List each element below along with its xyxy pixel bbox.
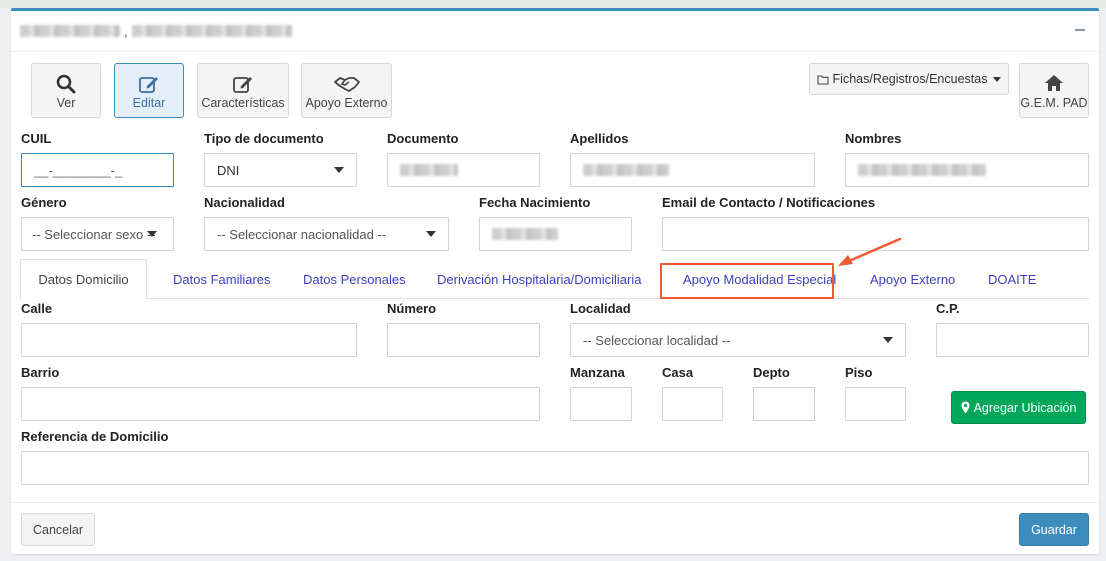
dropdown-arrow-icon: [426, 231, 436, 237]
caret-down-icon: [993, 76, 1002, 82]
apellidos-input[interactable]: [570, 153, 815, 187]
nombres-label: Nombres: [845, 131, 902, 146]
email-input[interactable]: [662, 217, 1089, 251]
edit-icon: [139, 77, 158, 93]
localidad-label: Localidad: [570, 301, 631, 316]
email-label: Email de Contacto / Notificaciones: [662, 195, 876, 210]
localidad-select[interactable]: -- Seleccionar localidad --: [570, 323, 906, 357]
cancelar-button[interactable]: Cancelar: [21, 513, 95, 546]
caracteristicas-button[interactable]: Características: [197, 63, 289, 118]
dropdown-arrow-icon: [883, 337, 893, 343]
redacted-fecha: [492, 228, 558, 240]
apellidos-label: Apellidos: [570, 131, 629, 146]
referencia-input[interactable]: [21, 451, 1089, 485]
top-strip: [0, 0, 1106, 8]
genero-select[interactable]: -- Seleccionar sexo --: [21, 217, 174, 251]
piso-label: Piso: [845, 365, 873, 380]
agregar-ubicacion-button[interactable]: Agregar Ubicación: [951, 391, 1086, 424]
tab-derivacion[interactable]: Derivación Hospitalaria/Domiciliaria: [422, 259, 656, 299]
tab-doaite[interactable]: DOAITE: [973, 259, 1051, 299]
panel-title-redacted: ,: [20, 23, 292, 39]
manzana-label: Manzana: [570, 365, 625, 380]
cuil-input[interactable]: __-________-_: [21, 153, 174, 187]
nacionalidad-select[interactable]: -- Seleccionar nacionalidad --: [204, 217, 449, 251]
apoyo-externo-button[interactable]: Apoyo Externo: [301, 63, 392, 118]
gem-pad-button[interactable]: G.E.M. PAD: [1019, 63, 1089, 118]
dropdown-arrow-icon: [334, 167, 344, 173]
depto-input[interactable]: [753, 387, 815, 421]
person-panel: , Ver Editar Características Apoyo Exter…: [11, 8, 1099, 554]
tab-datos-personales[interactable]: Datos Personales: [288, 259, 421, 299]
guardar-button[interactable]: Guardar: [1019, 513, 1089, 546]
nombres-input[interactable]: [845, 153, 1089, 187]
collapse-icon[interactable]: [1073, 21, 1087, 35]
folder-icon: [816, 74, 829, 85]
tab-apoyo-externo[interactable]: Apoyo Externo: [855, 259, 970, 299]
nacionalidad-label: Nacionalidad: [204, 195, 285, 210]
tab-datos-familiares[interactable]: Datos Familiares: [158, 259, 286, 299]
fecha-nacimiento-label: Fecha Nacimiento: [479, 195, 591, 210]
manzana-input[interactable]: [570, 387, 632, 421]
dropdown-arrow-icon: [147, 231, 157, 237]
genero-label: Género: [21, 195, 67, 210]
documento-input[interactable]: [387, 153, 540, 187]
redacted-documento: [400, 164, 458, 176]
ver-button[interactable]: Ver: [31, 63, 101, 118]
editar-button[interactable]: Editar: [114, 63, 184, 118]
map-marker-icon: [961, 401, 970, 414]
fichas-dropdown-button[interactable]: Fichas/Registros/Encuestas: [809, 63, 1009, 95]
numero-input[interactable]: [387, 323, 540, 357]
piso-input[interactable]: [845, 387, 906, 421]
barrio-input[interactable]: [21, 387, 540, 421]
calle-input[interactable]: [21, 323, 357, 357]
edit-icon: [233, 77, 252, 93]
redacted-apellidos: [583, 164, 669, 176]
casa-input[interactable]: [662, 387, 723, 421]
documento-label: Documento: [387, 131, 459, 146]
cp-input[interactable]: [936, 323, 1089, 357]
search-icon: [56, 74, 76, 94]
barrio-label: Barrio: [21, 365, 60, 380]
handshake-icon: [333, 77, 360, 92]
panel-header: ,: [11, 11, 1099, 52]
calle-label: Calle: [21, 301, 53, 316]
highlight-box: [660, 263, 834, 299]
redacted-nombres: [858, 164, 986, 176]
cp-label: C.P.: [936, 301, 960, 316]
numero-label: Número: [387, 301, 437, 316]
footer-divider: [11, 502, 1099, 503]
depto-label: Depto: [753, 365, 790, 380]
redacted-surname: [20, 25, 120, 37]
cuil-label: CUIL: [21, 131, 52, 146]
tipo-doc-label: Tipo de documento: [204, 131, 324, 146]
casa-label: Casa: [662, 365, 694, 380]
tipo-doc-select[interactable]: DNI: [204, 153, 357, 187]
tab-datos-domicilio[interactable]: Datos Domicilio: [20, 259, 147, 300]
redacted-name: [131, 25, 292, 37]
fecha-nacimiento-input[interactable]: [479, 217, 632, 251]
home-icon: [1045, 75, 1063, 91]
tab-bar: Datos Domicilio Datos Familiares Datos P…: [20, 259, 1089, 300]
referencia-label: Referencia de Domicilio: [21, 429, 169, 444]
